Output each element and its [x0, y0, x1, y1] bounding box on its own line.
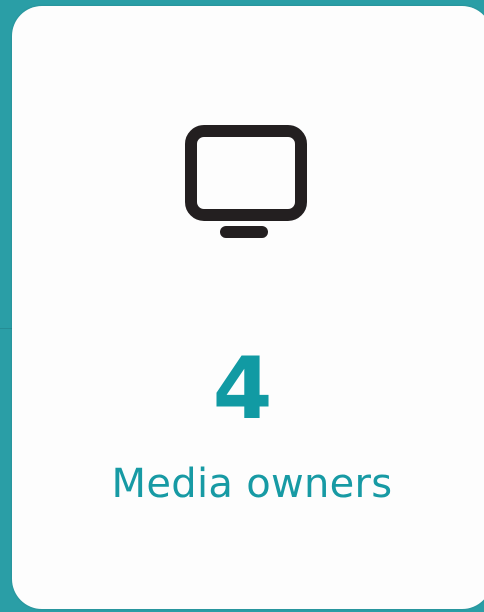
stat-card: 4 Media owners: [12, 6, 484, 609]
stat-count: 4: [212, 339, 273, 439]
monitor-icon: [185, 125, 307, 238]
stat-label: Media owners: [111, 461, 393, 507]
